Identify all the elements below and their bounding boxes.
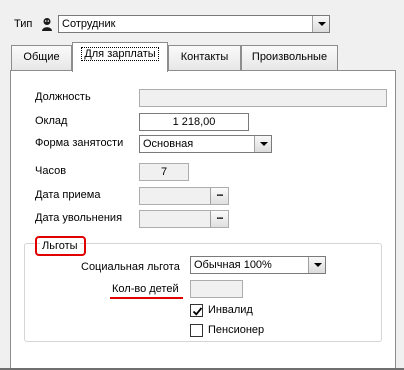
benefits-highlight xyxy=(35,236,86,256)
social-benefit-value: Обычная 100% xyxy=(194,259,272,271)
employment-label: Форма занятости xyxy=(35,137,124,149)
tab-salary[interactable]: Для зарплаты xyxy=(72,42,168,72)
tab-general[interactable]: Общие xyxy=(11,45,72,70)
position-label: Должность xyxy=(35,91,91,103)
checkmark-icon xyxy=(192,307,203,316)
salary-label: Оклад xyxy=(35,115,68,127)
invalid-checkbox[interactable] xyxy=(190,304,203,317)
children-count-field[interactable] xyxy=(190,280,243,298)
employment-dropdown-button[interactable] xyxy=(254,136,271,152)
hours-value: 7 xyxy=(160,166,168,178)
dismissal-date-label: Дата увольнения xyxy=(35,212,123,224)
tab-general-label: Общие xyxy=(23,51,60,63)
hire-date-field[interactable]: ... xyxy=(139,187,229,205)
hours-field[interactable]: 7 xyxy=(139,163,189,181)
person-icon xyxy=(40,17,54,31)
children-count-highlight xyxy=(110,297,183,299)
invalid-label: Инвалид xyxy=(208,304,253,316)
tab-custom[interactable]: Произвольные xyxy=(241,45,338,70)
employment-select[interactable]: Основная xyxy=(139,135,272,153)
pensioner-label: Пенсионер xyxy=(208,324,265,336)
tab-contacts-label: Контакты xyxy=(180,51,229,63)
hours-label: Часов xyxy=(35,165,67,177)
salary-value: 1 218,00 xyxy=(172,116,216,128)
hire-date-label: Дата приема xyxy=(35,189,101,201)
chevron-down-icon xyxy=(314,263,322,267)
tab-salary-label: Для зарплаты xyxy=(81,47,159,61)
pensioner-checkbox[interactable] xyxy=(190,324,203,337)
hire-date-picker-button[interactable]: ... xyxy=(210,188,228,204)
salary-field[interactable]: 1 218,00 xyxy=(139,113,249,131)
children-count-label: Кол-во детей xyxy=(112,283,179,295)
social-benefit-dropdown-button[interactable] xyxy=(308,257,325,273)
dismissal-date-field[interactable]: ... xyxy=(139,210,229,228)
type-label: Тип xyxy=(14,18,33,30)
tab-custom-label: Произвольные xyxy=(251,51,328,63)
employment-value: Основная xyxy=(143,138,194,150)
tab-contacts[interactable]: Контакты xyxy=(168,45,241,70)
type-select[interactable]: Сотрудник xyxy=(58,15,330,33)
position-field[interactable] xyxy=(139,89,387,107)
chevron-down-icon xyxy=(260,142,268,146)
dismissal-date-picker-button[interactable]: ... xyxy=(210,211,228,227)
type-dropdown-button[interactable] xyxy=(312,16,329,32)
social-benefit-select[interactable]: Обычная 100% xyxy=(190,256,326,274)
chevron-down-icon xyxy=(318,22,326,26)
type-select-value: Сотрудник xyxy=(62,18,116,30)
social-benefit-label: Социальная льгота xyxy=(81,261,180,273)
